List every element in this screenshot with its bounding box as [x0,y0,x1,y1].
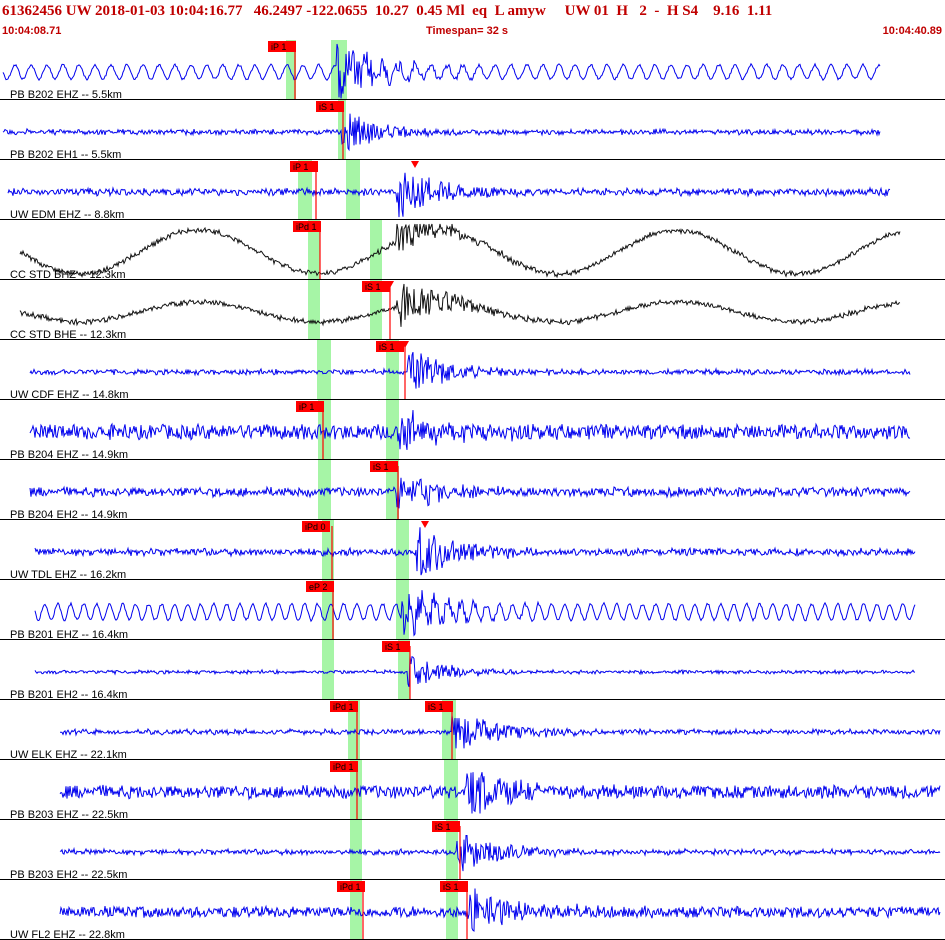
pick-label[interactable]: iS 1 [362,281,390,292]
waveform-trace [2,43,881,99]
trace-row[interactable]: iPd 1 iS 1 UW FL2 EHZ -- 22.8km [0,880,945,940]
end-time-label: 10:04:40.89 [882,25,942,37]
start-time-label: 10:04:08.71 [2,25,62,37]
pick-label-text: iP 1 [271,42,286,52]
pick-label-text: iS 1 [319,102,335,112]
pick-label-text: iPd 1 [296,222,317,232]
waveform-trace [34,655,916,687]
waveform-trace [60,715,941,749]
event-header: 61362456 UW 2018-01-03 10:04:16.77 46.24… [0,0,945,40]
pick-label[interactable]: iS 1 [316,101,344,112]
trace-row[interactable]: iPd 1PB B203 EHZ -- 22.5km [0,760,945,821]
pick-label-text: iPd 1 [333,702,354,712]
trace-row[interactable]: iP 1PB B204 EHZ -- 14.9km [0,400,945,461]
pick-label[interactable]: iPd 1 [293,221,321,232]
waveform-trace [29,352,911,389]
pick-label[interactable]: iP 1 [268,41,296,52]
trace-row[interactable]: iS 1CC STD BHE -- 12.3km [0,280,945,341]
trace-row[interactable]: iS 1PB B204 EH2 -- 14.9km [0,460,945,521]
pick-label-text: iS 1 [435,822,451,832]
station-label: UW FL2 EHZ -- 22.8km [10,929,125,940]
pick-label[interactable]: iS 1 [425,701,453,712]
pick-label[interactable]: iP 1 [296,401,324,412]
waveform-trace [59,888,941,932]
pick-label[interactable]: iS 1 [440,881,468,892]
pick-label-text: eP 2 [309,582,327,592]
trace-row[interactable]: eP 2PB B201 EHZ -- 16.4km [0,580,945,641]
phase-window [396,520,409,580]
trace-row[interactable]: iS 1UW CDF EHZ -- 14.8km [0,340,945,401]
pick-label-text: iS 1 [365,282,381,292]
phase-window [444,760,458,820]
pick-label-text: iPd 0 [305,522,326,532]
waveform-trace [59,772,941,814]
trace-row[interactable]: iPd 1CC STD BHZ -- 12.3km [0,220,945,281]
pick-label-text: iPd 1 [340,882,361,892]
seismogram-panel[interactable]: iP 1PB B202 EHZ -- 5.5kmiS 1PB B202 EH1 … [0,40,945,940]
waveform-trace [59,835,941,872]
waveform-trace [34,590,916,637]
pick-label[interactable]: iS 1 [382,641,410,652]
pick-label[interactable]: iS 1 [370,461,398,472]
phase-window [308,280,320,340]
trace-row[interactable]: iPd 1 iS 1UW ELK EHZ -- 22.1km [0,700,945,761]
pick-label-text: iP 1 [293,162,308,172]
waveform-trace [34,527,916,576]
timespan-label: Timespan= 32 s [426,25,509,37]
pick-label[interactable]: iS 1 [432,821,460,832]
pick-marker-icon [421,521,429,528]
pick-label[interactable]: iPd 0 [302,521,330,532]
pick-label[interactable]: eP 2 [306,581,334,592]
trace-row[interactable]: iPd 0UW TDL EHZ -- 16.2km [0,520,945,581]
pick-label-text: iP 1 [299,402,314,412]
waveform-trace [19,223,901,279]
pick-label[interactable]: iP 1 [290,161,318,172]
pick-label-text: iS 1 [373,462,389,472]
trace-row[interactable]: iS 1PB B203 EH2 -- 22.5km [0,820,945,881]
phase-window [370,220,382,280]
waveform-trace [2,113,881,152]
waveform-trace [29,410,911,450]
trace-row[interactable]: iP 1UW EDM EHZ -- 8.8km [0,160,945,221]
pick-label[interactable]: iPd 1 [330,761,358,772]
trace-row[interactable]: iS 1PB B202 EH1 -- 5.5km [0,100,945,161]
pick-label-text: iS 1 [379,342,395,352]
trace-row[interactable]: iP 1PB B202 EHZ -- 5.5km [0,40,945,101]
pick-label-text: iPd 1 [333,762,354,772]
pick-label[interactable]: iPd 1 [337,881,365,892]
event-summary-title: 61362456 UW 2018-01-03 10:04:16.77 46.24… [2,3,773,19]
pick-label-text: iS 1 [428,702,444,712]
pick-label-text: iS 1 [385,642,401,652]
phase-window [322,640,334,700]
pick-label-text: iS 1 [443,882,459,892]
waveform-trace [19,283,901,327]
waveform-trace [7,172,891,218]
trace-row[interactable]: iS 1PB B201 EH2 -- 16.4km [0,640,945,701]
pick-marker-icon [411,161,419,168]
pick-label[interactable]: iS 1 [376,341,404,352]
waveform-trace [29,477,911,509]
pick-label[interactable]: iPd 1 [330,701,358,712]
